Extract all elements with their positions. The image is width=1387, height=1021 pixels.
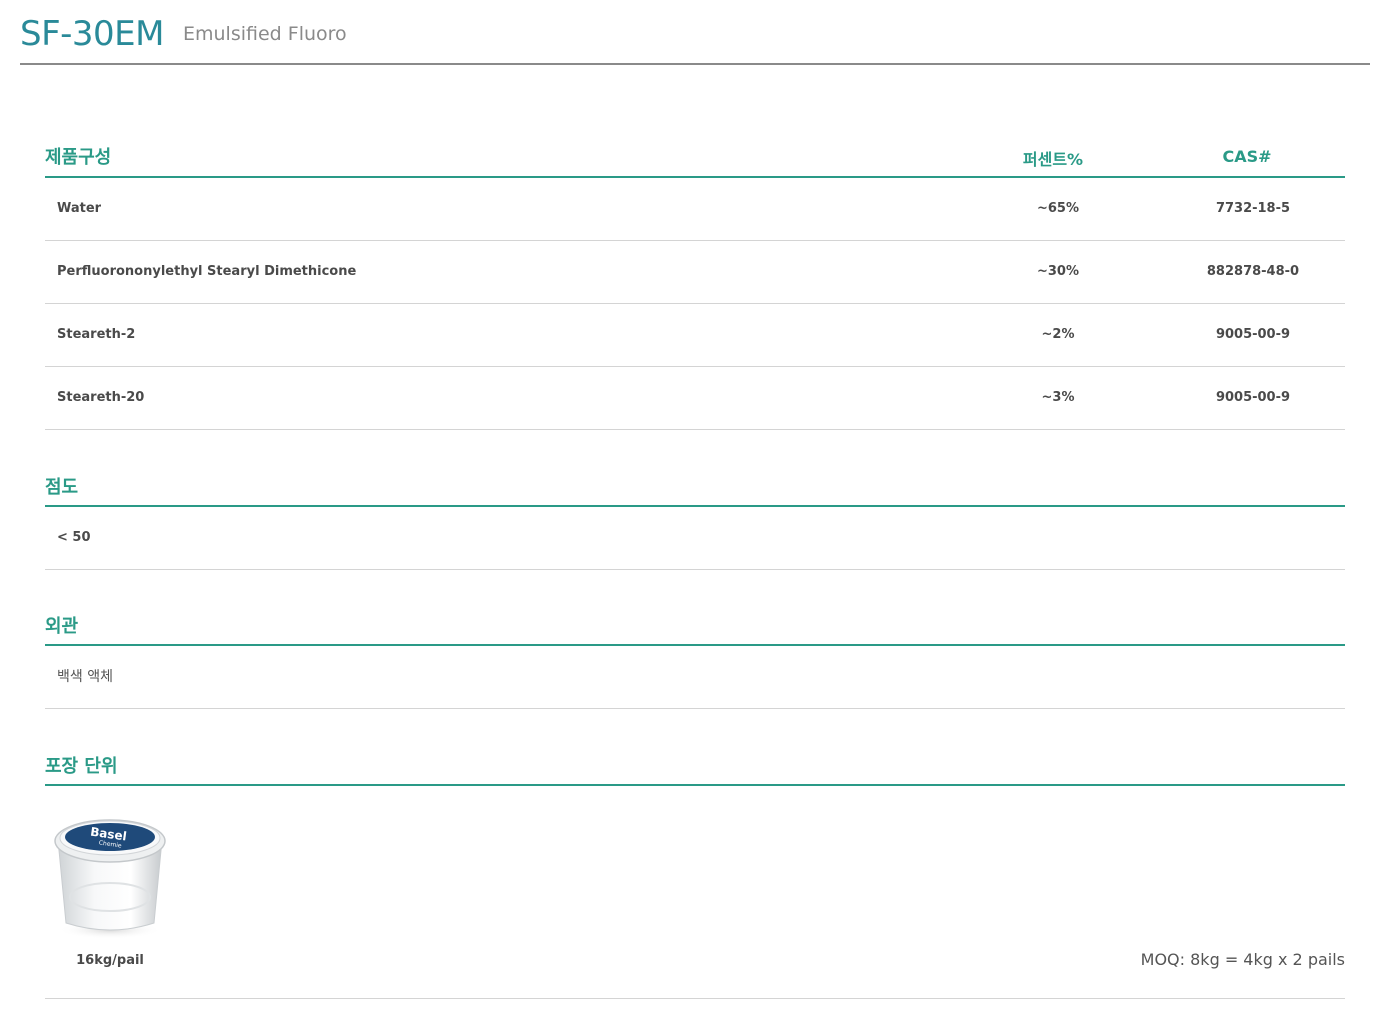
ingredient-name: Perfluorononylethyl Stearyl Dimethicone xyxy=(57,264,357,279)
bottom-divider xyxy=(45,998,1345,999)
viscosity-title: 점도 xyxy=(45,477,79,498)
ingredient-percent: ~30% xyxy=(1036,264,1079,279)
packaging-rule xyxy=(45,784,1345,786)
row-divider xyxy=(45,429,1345,430)
appearance-rule xyxy=(45,644,1345,646)
ingredient-name: Steareth-20 xyxy=(57,390,145,405)
viscosity-rule xyxy=(45,505,1345,507)
packaging-title: 포장 단위 xyxy=(45,756,118,777)
viscosity-value: < 50 xyxy=(57,530,91,545)
row-divider xyxy=(45,303,1345,304)
appearance-title: 외관 xyxy=(45,616,79,637)
pack-unit-label: 16kg/pail xyxy=(76,953,144,968)
ingredient-percent: ~2% xyxy=(1041,327,1075,342)
ingredient-cas: 9005-00-9 xyxy=(1215,390,1291,405)
ingredient-name: Steareth-2 xyxy=(57,327,136,342)
ingredient-cas: 882878-48-0 xyxy=(1206,264,1300,279)
row-divider xyxy=(45,240,1345,241)
ingredient-cas: 9005-00-9 xyxy=(1215,327,1291,342)
composition-title: 제품구성 xyxy=(45,147,112,168)
cas-column-header: CAS# xyxy=(1222,147,1272,166)
pail-image: Basel Chemie xyxy=(50,805,170,940)
product-spec-page: SF-30EM Emulsified Fluoro 제품구성 퍼센트% CAS#… xyxy=(0,0,1387,1021)
ingredient-percent: ~3% xyxy=(1041,390,1075,405)
row-divider xyxy=(45,366,1345,367)
product-code: SF-30EM xyxy=(20,14,165,54)
row-divider xyxy=(45,569,1345,570)
ingredient-percent: ~65% xyxy=(1036,201,1079,216)
percent-column-header: 퍼센트% xyxy=(1022,150,1084,169)
appearance-value: 백색 액체 xyxy=(57,669,113,685)
ingredient-name: Water xyxy=(57,201,102,216)
moq-text: MOQ: 8kg = 4kg x 2 pails xyxy=(1140,950,1345,969)
row-divider xyxy=(45,708,1345,709)
composition-rule xyxy=(45,176,1345,178)
product-name: Emulsified Fluoro xyxy=(183,23,347,45)
ingredient-cas: 7732-18-5 xyxy=(1215,201,1291,216)
page-header: SF-30EM Emulsified Fluoro xyxy=(20,0,1370,65)
